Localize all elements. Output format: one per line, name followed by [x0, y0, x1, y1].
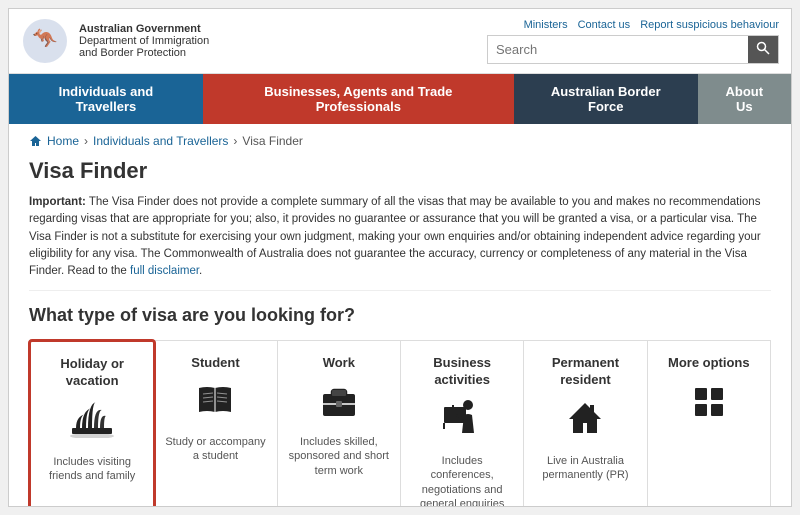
person-board-icon: [411, 397, 513, 446]
visa-card-more[interactable]: More options: [648, 341, 770, 507]
card-title-work: Work: [288, 355, 390, 372]
ministers-link[interactable]: Ministers: [524, 19, 568, 31]
report-link[interactable]: Report suspicious behaviour: [640, 19, 779, 31]
search-icon: [756, 41, 770, 55]
search-bar: [487, 35, 779, 64]
card-desc-holiday: Includes visiting friends and family: [41, 455, 143, 484]
visa-card-permanent[interactable]: Permanent resident Live in Australia per…: [524, 341, 647, 507]
page-title: Visa Finder: [29, 158, 771, 184]
contact-link[interactable]: Contact us: [578, 19, 631, 31]
nav-abf[interactable]: Australian Border Force: [514, 74, 698, 124]
card-desc-permanent: Live in Australia permanently (PR): [534, 454, 636, 483]
visa-card-holiday[interactable]: Holiday or vacation: [28, 339, 156, 507]
site-header: 🦘 Australian Government Department of Im…: [9, 9, 791, 74]
dept-line1: Department of Immigration: [79, 35, 209, 47]
notice-label: Important:: [29, 196, 86, 208]
breadcrumb-home[interactable]: Home: [47, 134, 79, 148]
svg-text:🦘: 🦘: [33, 28, 58, 50]
main-content: Home › Individuals and Travellers › Visa…: [9, 124, 791, 507]
card-title-student: Student: [164, 355, 266, 372]
card-title-holiday: Holiday or vacation: [41, 356, 143, 390]
nav-about[interactable]: About Us: [698, 74, 791, 124]
breadcrumb: Home › Individuals and Travellers › Visa…: [29, 134, 771, 148]
govt-crest-icon: 🦘: [21, 17, 69, 65]
card-title-more: More options: [658, 355, 760, 372]
header-text: Australian Government Department of Immi…: [79, 23, 209, 59]
govt-title: Australian Government: [79, 23, 209, 35]
important-notice: Important: The Visa Finder does not prov…: [29, 194, 771, 291]
grid-icon: [658, 380, 760, 433]
header-links: Ministers Contact us Report suspicious b…: [524, 19, 779, 31]
section-title: What type of visa are you looking for?: [29, 305, 771, 326]
home-icon: [29, 135, 42, 147]
dept-line2: and Border Protection: [79, 47, 209, 59]
breadcrumb-sep2: ›: [233, 134, 237, 148]
header-left: 🦘 Australian Government Department of Im…: [21, 17, 209, 65]
nav-individuals[interactable]: Individuals and Travellers: [9, 74, 203, 124]
breadcrumb-section[interactable]: Individuals and Travellers: [93, 134, 228, 148]
opera-house-icon: [41, 398, 143, 447]
visa-cards-container: Holiday or vacation: [29, 340, 771, 507]
breadcrumb-current: Visa Finder: [242, 134, 302, 148]
book-icon: [164, 380, 266, 427]
visa-card-work[interactable]: Work Includes skilled, sponsored and sho…: [278, 341, 401, 507]
page-outer: 🦘 Australian Government Department of Im…: [0, 0, 800, 515]
main-nav: Individuals and Travellers Businesses, A…: [9, 74, 791, 124]
house-icon: [534, 397, 636, 446]
nav-business[interactable]: Businesses, Agents and Trade Professiona…: [203, 74, 514, 124]
breadcrumb-sep1: ›: [84, 134, 88, 148]
search-input[interactable]: [488, 38, 748, 61]
page-inner: 🦘 Australian Government Department of Im…: [8, 8, 792, 507]
header-right: Ministers Contact us Report suspicious b…: [487, 19, 779, 64]
card-title-permanent: Permanent resident: [534, 355, 636, 389]
card-desc-business: Includes conferences, negotiations and g…: [411, 454, 513, 507]
card-desc-student: Study or accompany a student: [164, 435, 266, 464]
search-button[interactable]: [748, 36, 778, 63]
visa-card-student[interactable]: Student: [154, 341, 277, 507]
notice-end: .: [199, 265, 202, 277]
card-title-business: Business activities: [411, 355, 513, 389]
card-desc-work: Includes skilled, sponsored and short te…: [288, 435, 390, 478]
visa-card-business[interactable]: Business activities: [401, 341, 524, 507]
briefcase-icon: [288, 380, 390, 427]
disclaimer-link[interactable]: full disclaimer: [130, 265, 199, 277]
